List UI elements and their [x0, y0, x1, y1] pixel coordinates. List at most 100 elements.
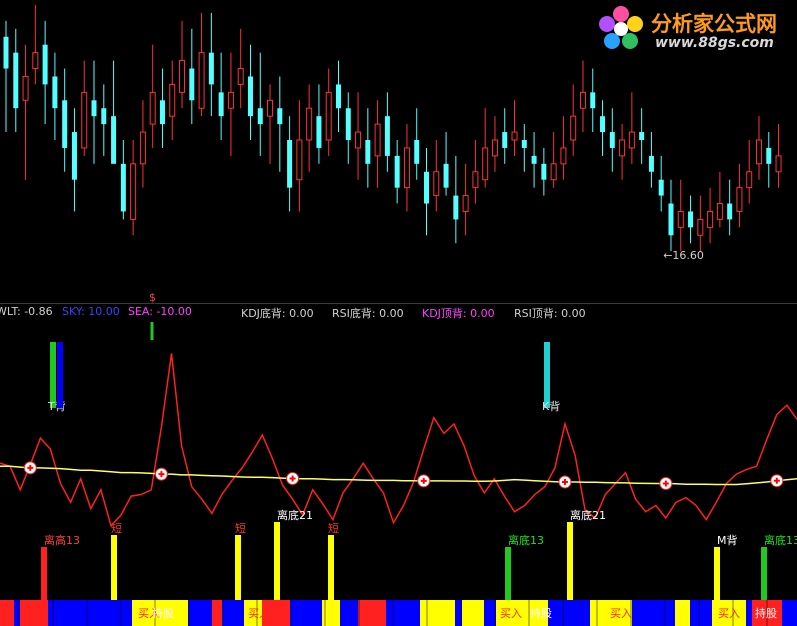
candle-body-up: [169, 83, 176, 117]
legend-rsi-bottom: RSI底背: 0.00: [332, 307, 404, 320]
candle-body-down: [453, 195, 459, 220]
bottom-signal-label: 短: [111, 521, 122, 535]
bottom-signal-label: M背: [717, 533, 738, 547]
candle-body-down: [247, 76, 253, 117]
candle-body-up: [491, 139, 498, 157]
candle-body-down: [257, 108, 263, 125]
candle-body-up: [619, 139, 626, 157]
panel-divider: [0, 303, 797, 304]
bottom-signal-bar: [505, 547, 511, 600]
site-logo[interactable]: 分析家公式网 www.88gs.com: [595, 4, 791, 56]
strip-tick: [324, 600, 326, 626]
top-signal-bar: [50, 342, 56, 408]
strip-label: 持股: [530, 606, 552, 620]
candle-body-up: [296, 139, 303, 181]
flower-logo-icon: [599, 6, 643, 49]
strip-segment: [675, 600, 690, 626]
strip-segment: [632, 600, 675, 626]
legend-rsi-top: RSI顶背: 0.00: [514, 307, 586, 320]
legend-kdj-bottom: KDJ底背: 0.00: [241, 307, 314, 320]
candle-body-up: [570, 115, 577, 141]
top-signal-label: K背: [542, 399, 560, 413]
bottom-signal-bar: [235, 535, 241, 600]
strip-tick: [18, 600, 20, 626]
candle-body-up: [775, 155, 782, 173]
strip-segment: [212, 600, 222, 626]
candle-body-up: [736, 187, 743, 212]
strip-tick: [52, 600, 54, 626]
strip-label: 买入: [500, 607, 522, 620]
candle-body-up: [149, 91, 156, 125]
candle-body-down: [658, 179, 664, 196]
candle-body-up: [403, 147, 410, 189]
candle-body-down: [71, 132, 77, 180]
strip-segment: [20, 600, 48, 626]
candle-body-up: [560, 147, 567, 165]
candle-body-down: [120, 163, 126, 212]
candle-body-down: [218, 92, 224, 117]
candle-body-down: [189, 68, 195, 101]
strip-segment: [188, 600, 212, 626]
candle-body-up: [179, 60, 186, 93]
candle-body-up: [22, 75, 29, 101]
candle-body-up: [677, 210, 684, 228]
strip-tick: [358, 600, 360, 626]
strip-tick: [392, 600, 394, 626]
bottom-signal-bar: [761, 547, 767, 600]
strip-label: 持股: [755, 606, 777, 620]
candle-body-down: [531, 155, 537, 164]
strip-tick: [188, 600, 190, 626]
candle-body-up: [227, 91, 234, 109]
oscillator-line-ma: [0, 465, 797, 486]
candle-body-up: [374, 123, 381, 157]
candle-body-down: [648, 155, 654, 172]
candle-body-down: [502, 132, 508, 148]
candle-body-up: [198, 52, 205, 109]
bottom-signal-bar: [714, 547, 720, 600]
strip-tick: [290, 600, 292, 626]
strip-segment: [746, 600, 752, 626]
candle-body-up: [306, 107, 313, 141]
candle-body-up: [472, 171, 479, 189]
candle-body-up: [746, 171, 753, 189]
candle-body-down: [443, 163, 449, 188]
logo-url[interactable]: www.88gs.com: [655, 35, 774, 51]
low-price-annotation: ←16.60: [663, 249, 704, 262]
bottom-signal-label: 短: [328, 521, 339, 535]
candle-body-up: [267, 99, 274, 117]
candle-body-down: [668, 203, 674, 236]
bottom-signal-bar: [274, 522, 280, 600]
candle-body-up: [716, 203, 723, 220]
bottom-signal-bar: [111, 535, 117, 600]
candle-body-down: [277, 108, 283, 125]
candle-body-down: [688, 211, 694, 228]
candle-body-down: [111, 116, 117, 164]
strip-tick: [426, 600, 428, 626]
bottom-signal-label: 离底13: [764, 533, 797, 547]
candle-body-down: [42, 44, 48, 85]
candle-body-up: [550, 163, 557, 181]
strip-segment: [0, 600, 14, 626]
legend-sky: SKY: 10.00: [62, 305, 120, 318]
bottom-signal-label: 离底21: [570, 508, 606, 522]
strip-label: 买入: [362, 607, 384, 620]
candle-body-down: [727, 203, 733, 220]
candle-body-down: [62, 100, 68, 148]
candle-body-up: [139, 131, 146, 165]
strip-label: 持股: [152, 606, 174, 620]
candle-body-up: [628, 131, 635, 149]
top-signal-bar: [544, 342, 550, 408]
candle-body-down: [3, 36, 9, 69]
candle-body-down: [159, 100, 165, 125]
strip-segment: [782, 600, 797, 626]
strip-segment: [290, 600, 322, 626]
candle-body-down: [91, 100, 97, 117]
candle-body-up: [697, 218, 704, 236]
candle-body-up: [579, 91, 586, 109]
candle-body-down: [414, 140, 420, 164]
strip-segment: [420, 600, 455, 626]
strip-label: 买入: [610, 607, 632, 620]
candle-body-up: [433, 171, 440, 197]
candle-body-down: [208, 52, 214, 85]
candle-body-down: [590, 92, 596, 109]
